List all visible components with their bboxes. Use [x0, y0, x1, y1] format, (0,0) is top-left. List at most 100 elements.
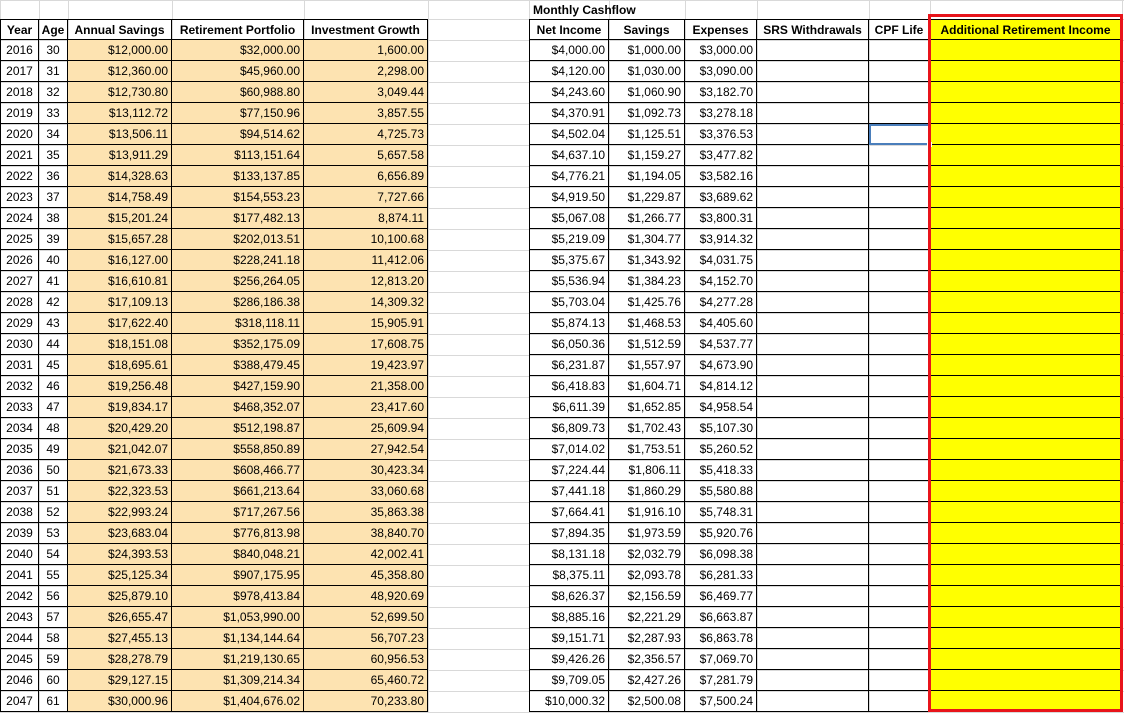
right-cell[interactable]: $5,418.33 — [685, 460, 757, 481]
right-cell[interactable]: $4,814.12 — [685, 376, 757, 397]
left-cell[interactable]: 2031 — [0, 355, 39, 376]
right-cell[interactable]: $4,370.91 — [529, 103, 609, 124]
empty-cell[interactable] — [869, 502, 930, 523]
empty-cell[interactable] — [869, 397, 930, 418]
left-cell[interactable]: 23,417.60 — [304, 397, 428, 418]
right-cell[interactable]: $8,375.11 — [529, 565, 609, 586]
empty-cell[interactable] — [869, 670, 930, 691]
right-cell[interactable]: $4,277.28 — [685, 292, 757, 313]
additional-income-cell[interactable] — [930, 271, 1122, 292]
active-cell-selection[interactable] — [869, 124, 930, 145]
left-cell[interactable]: 40 — [39, 250, 68, 271]
empty-cell[interactable] — [757, 250, 869, 271]
empty-cell[interactable] — [757, 292, 869, 313]
right-cell[interactable]: $8,885.16 — [529, 607, 609, 628]
left-cell[interactable]: 27,942.54 — [304, 439, 428, 460]
left-cell[interactable]: 2032 — [0, 376, 39, 397]
empty-cell[interactable] — [757, 670, 869, 691]
additional-income-cell[interactable] — [930, 439, 1122, 460]
left-cell[interactable]: 2042 — [0, 586, 39, 607]
left-cell[interactable]: $202,013.51 — [172, 229, 304, 250]
left-cell[interactable]: 61 — [39, 691, 68, 712]
left-cell[interactable]: 2035 — [0, 439, 39, 460]
additional-income-cell[interactable] — [930, 565, 1122, 586]
additional-income-cell[interactable] — [930, 586, 1122, 607]
left-header-year[interactable]: Year — [0, 19, 39, 40]
left-cell[interactable]: $25,879.10 — [68, 586, 172, 607]
left-cell[interactable]: $18,151.08 — [68, 334, 172, 355]
left-cell[interactable]: 2023 — [0, 187, 39, 208]
right-cell[interactable]: $1,468.53 — [609, 313, 685, 334]
empty-cell[interactable] — [757, 145, 869, 166]
empty-cell[interactable] — [869, 61, 930, 82]
left-cell[interactable]: $978,413.84 — [172, 586, 304, 607]
left-cell[interactable]: $23,683.04 — [68, 523, 172, 544]
additional-income-cell[interactable] — [930, 397, 1122, 418]
additional-income-cell[interactable] — [930, 418, 1122, 439]
right-cell[interactable]: $6,611.39 — [529, 397, 609, 418]
left-cell[interactable]: $13,506.11 — [68, 124, 172, 145]
right-cell[interactable]: $1,702.43 — [609, 418, 685, 439]
right-cell[interactable]: $5,536.94 — [529, 271, 609, 292]
right-cell[interactable]: $3,376.53 — [685, 124, 757, 145]
right-cell[interactable]: $4,776.21 — [529, 166, 609, 187]
right-cell[interactable]: $1,557.97 — [609, 355, 685, 376]
additional-income-cell[interactable] — [930, 628, 1122, 649]
left-cell[interactable]: $388,479.45 — [172, 355, 304, 376]
left-cell[interactable]: 2024 — [0, 208, 39, 229]
right-cell[interactable]: $7,500.24 — [685, 691, 757, 712]
empty-cell[interactable] — [869, 628, 930, 649]
additional-income-cell[interactable] — [930, 313, 1122, 334]
left-cell[interactable]: 5,657.58 — [304, 145, 428, 166]
left-cell[interactable]: $256,264.05 — [172, 271, 304, 292]
right-cell[interactable]: $7,281.79 — [685, 670, 757, 691]
empty-cell[interactable] — [869, 334, 930, 355]
left-cell[interactable]: $228,241.18 — [172, 250, 304, 271]
left-cell[interactable]: $20,429.20 — [68, 418, 172, 439]
empty-cell[interactable] — [757, 691, 869, 712]
empty-cell[interactable] — [869, 418, 930, 439]
left-cell[interactable]: 35,863.38 — [304, 502, 428, 523]
left-cell[interactable]: 10,100.68 — [304, 229, 428, 250]
right-cell[interactable]: $1,125.51 — [609, 124, 685, 145]
left-cell[interactable]: $1,219,130.65 — [172, 649, 304, 670]
left-cell[interactable]: $352,175.09 — [172, 334, 304, 355]
empty-cell[interactable] — [757, 607, 869, 628]
left-cell[interactable]: $907,175.95 — [172, 565, 304, 586]
right-cell[interactable]: $5,703.04 — [529, 292, 609, 313]
additional-income-cell[interactable] — [930, 523, 1122, 544]
left-cell[interactable]: 2018 — [0, 82, 39, 103]
right-cell[interactable]: $7,894.35 — [529, 523, 609, 544]
empty-cell[interactable] — [869, 187, 930, 208]
left-cell[interactable]: $113,151.64 — [172, 145, 304, 166]
left-cell[interactable]: 2037 — [0, 481, 39, 502]
left-cell[interactable]: 34 — [39, 124, 68, 145]
left-cell[interactable]: 2021 — [0, 145, 39, 166]
left-cell[interactable]: 8,874.11 — [304, 208, 428, 229]
left-cell[interactable]: $840,048.21 — [172, 544, 304, 565]
empty-cell[interactable] — [869, 607, 930, 628]
empty-cell[interactable] — [757, 313, 869, 334]
right-cell[interactable]: $1,425.76 — [609, 292, 685, 313]
left-cell[interactable]: $12,000.00 — [68, 40, 172, 61]
right-cell[interactable]: $5,874.13 — [529, 313, 609, 334]
empty-cell[interactable] — [869, 691, 930, 712]
left-cell[interactable]: 50 — [39, 460, 68, 481]
right-cell[interactable]: $6,469.77 — [685, 586, 757, 607]
left-cell[interactable]: $16,610.81 — [68, 271, 172, 292]
right-cell[interactable]: $9,426.26 — [529, 649, 609, 670]
left-cell[interactable]: 33 — [39, 103, 68, 124]
additional-income-cell[interactable] — [930, 502, 1122, 523]
right-cell[interactable]: $8,626.37 — [529, 586, 609, 607]
right-header-additional-retirement-income[interactable]: Additional Retirement Income — [930, 19, 1122, 40]
empty-cell[interactable] — [869, 376, 930, 397]
additional-income-cell[interactable] — [930, 670, 1122, 691]
left-cell[interactable]: $19,256.48 — [68, 376, 172, 397]
left-cell[interactable]: $717,267.56 — [172, 502, 304, 523]
right-cell[interactable]: $1,092.73 — [609, 103, 685, 124]
left-cell[interactable]: 41 — [39, 271, 68, 292]
left-cell[interactable]: 45,358.80 — [304, 565, 428, 586]
additional-income-cell[interactable] — [930, 187, 1122, 208]
additional-income-cell[interactable] — [930, 145, 1122, 166]
empty-cell[interactable] — [869, 439, 930, 460]
